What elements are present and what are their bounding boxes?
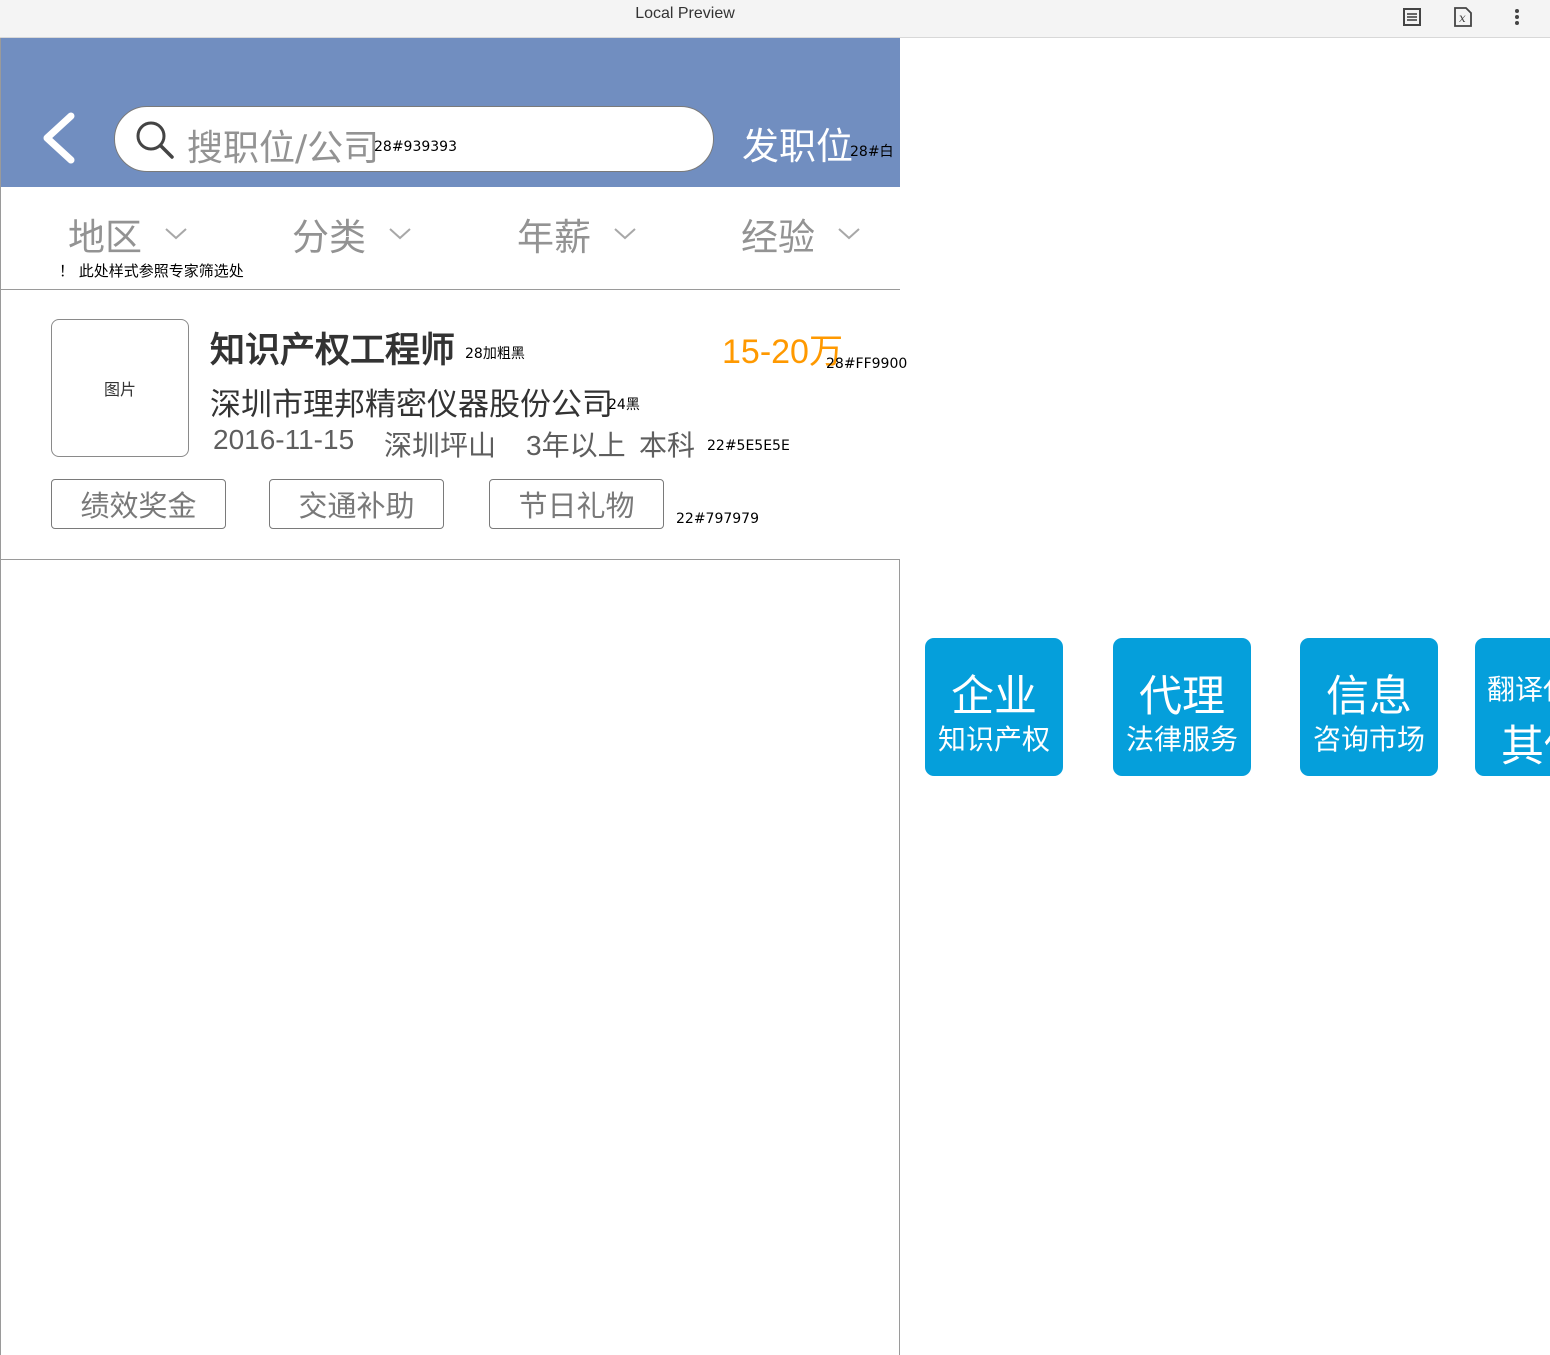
- tags-spec-note: 22#797979: [676, 511, 759, 527]
- job-list-item[interactable]: 图片 知识产权工程师 28加粗黑 15-20万 28#FF9900 深圳市理邦精…: [1, 290, 907, 560]
- chevron-down-icon: [614, 228, 636, 240]
- tile-sub-label: 法律服务: [1125, 723, 1238, 756]
- post-job-button[interactable]: 发职位: [742, 116, 853, 170]
- filter-bar: 地区 分类 年薪 经验 ！ 此处样式参照专家筛选处: [1, 187, 900, 290]
- tile-sub-label: 知识产权: [937, 723, 1050, 756]
- search-spec-note: 28#939393: [374, 139, 457, 155]
- variable-icon[interactable]: x: [1449, 4, 1477, 30]
- tile-sub-label: 咨询市场: [1312, 723, 1425, 756]
- job-image-placeholder: 图片: [51, 319, 189, 457]
- filter-region[interactable]: 地区: [68, 207, 188, 261]
- search-placeholder: 搜职位/公司: [187, 128, 380, 169]
- tile-sub-label: 翻译代: [1487, 673, 1550, 706]
- search-input[interactable]: 搜职位/公司 28#939393: [114, 106, 714, 172]
- meta-spec-note: 22#5E5E5E: [707, 438, 790, 454]
- tile-other[interactable]: 翻译代 其他: [1475, 638, 1550, 776]
- job-education: 本科: [639, 430, 696, 461]
- search-icon: [136, 121, 174, 159]
- filter-label: 地区: [68, 216, 142, 259]
- filter-label: 经验: [741, 216, 815, 259]
- chevron-down-icon: [838, 228, 860, 240]
- tile-main-label: 代理: [1139, 672, 1225, 722]
- filter-category[interactable]: 分类: [292, 207, 412, 261]
- salary-spec-note: 28#FF9900: [826, 356, 908, 372]
- job-date: 2016-11-15: [213, 424, 355, 455]
- window-title: Local Preview: [635, 5, 735, 22]
- chevron-down-icon: [389, 228, 411, 240]
- benefit-tag: 节日礼物: [489, 479, 664, 529]
- tile-main-label: 信息: [1326, 672, 1412, 722]
- tile-main-label: 企业: [951, 672, 1037, 722]
- tile-enterprise[interactable]: 企业 知识产权: [925, 638, 1063, 776]
- header-bar: 搜职位/公司 28#939393 发职位 28#白: [1, 38, 900, 187]
- more-vertical-icon[interactable]: [1503, 4, 1531, 30]
- phone-screen: 搜职位/公司 28#939393 发职位 28#白 地区 分类 年薪 经验 ！ …: [0, 38, 907, 1355]
- post-job-spec-note: 28#白: [850, 144, 894, 160]
- filter-label: 年薪: [517, 216, 591, 259]
- svg-text:x: x: [1459, 11, 1466, 25]
- filter-note: ！ 此处样式参照专家筛选处: [59, 262, 244, 280]
- category-tiles: 企业 知识产权 代理 法律服务 信息 咨询市场 翻译代 其他: [900, 38, 1550, 1355]
- company-name: 深圳市理邦精密仪器股份公司: [210, 387, 613, 423]
- job-title-spec-note: 28加粗黑: [465, 346, 525, 362]
- tile-main-label: 其他: [1501, 722, 1550, 772]
- filter-experience[interactable]: 经验: [741, 207, 861, 261]
- job-title: 知识产权工程师: [210, 331, 456, 371]
- tile-information[interactable]: 信息 咨询市场: [1300, 638, 1438, 776]
- back-button[interactable]: [37, 110, 81, 166]
- tile-agency[interactable]: 代理 法律服务: [1113, 638, 1251, 776]
- image-label: 图片: [103, 380, 136, 399]
- benefit-tag: 交通补助: [269, 479, 444, 529]
- job-location: 深圳坪山: [384, 430, 497, 461]
- filter-salary[interactable]: 年薪: [517, 207, 637, 261]
- benefit-tag: 绩效奖金: [51, 479, 226, 529]
- filter-label: 分类: [292, 216, 366, 259]
- chevron-down-icon: [165, 228, 187, 240]
- company-spec-note: 24黑: [608, 397, 640, 413]
- preview-toolbar: Local Preview x: [0, 0, 1550, 38]
- job-experience: 3年以上: [526, 430, 626, 461]
- chevron-left-icon: [43, 112, 75, 164]
- job-salary: 15-20万: [722, 333, 843, 371]
- page-icon[interactable]: [1398, 4, 1426, 30]
